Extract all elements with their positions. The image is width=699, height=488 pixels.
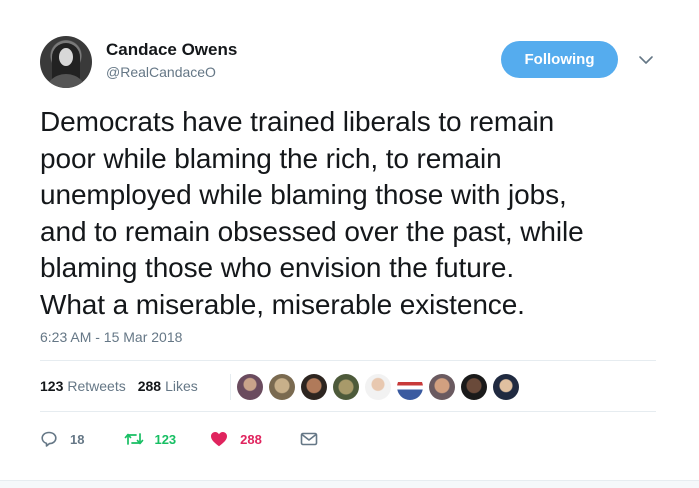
heart-icon	[211, 432, 228, 447]
tweet-timestamp[interactable]: 6:23 AM - 15 Mar 2018	[40, 329, 182, 345]
divider	[40, 411, 656, 412]
reply-icon	[41, 431, 57, 447]
divider	[40, 360, 656, 361]
liker-avatar[interactable]	[237, 374, 263, 400]
liker-avatar[interactable]	[365, 374, 391, 400]
like-button[interactable]: 288	[210, 431, 262, 447]
likes-count: 288	[137, 378, 162, 394]
liker-avatar[interactable]	[333, 374, 359, 400]
liker-avatar[interactable]	[301, 374, 327, 400]
chevron-down-icon[interactable]	[638, 54, 654, 66]
retweets-label: Retweets	[67, 378, 126, 394]
engagement-stats: 123 Retweets 288 Likes	[40, 378, 210, 394]
following-button[interactable]: Following	[501, 41, 618, 78]
retweet-icon	[125, 433, 144, 445]
avatar[interactable]	[40, 36, 92, 88]
like-count: 288	[240, 431, 262, 447]
tweet-card: Candace Owens @RealCandaceO Following De…	[0, 0, 699, 480]
author-handle[interactable]: @RealCandaceO	[106, 64, 216, 80]
liker-avatar[interactable]	[493, 374, 519, 400]
retweet-count: 123	[154, 431, 177, 447]
retweet-button[interactable]: 123	[124, 430, 176, 448]
direct-message-button[interactable]	[300, 432, 318, 446]
likes-stat[interactable]: 288 Likes	[138, 378, 198, 394]
tweet-text-line: What a miserable, miserable existence.	[40, 288, 525, 320]
tweet-text-line: and to remain obsessed over the past, wh…	[40, 215, 584, 247]
retweets-stat[interactable]: 123 Retweets	[40, 378, 126, 394]
reply-button[interactable]: 18	[40, 430, 84, 448]
liker-avatar[interactable]	[429, 374, 455, 400]
tweet-text-line: poor while blaming the rich, to remain	[40, 142, 502, 174]
liker-avatar[interactable]	[397, 374, 423, 400]
tweet-text-line: unemployed while blaming those with jobs…	[40, 179, 567, 210]
tweet-text-line: Democrats have trained liberals to remai…	[40, 106, 555, 137]
tweet-text: Democrats have trained liberals to remai…	[40, 104, 660, 323]
liker-avatar[interactable]	[461, 374, 487, 400]
reply-count: 18	[70, 431, 85, 447]
retweets-count: 123	[40, 378, 64, 394]
liker-avatar[interactable]	[269, 374, 295, 400]
liker-avatars	[230, 374, 519, 400]
envelope-icon	[300, 432, 318, 446]
author-name[interactable]: Candace Owens	[106, 40, 237, 60]
likes-label: Likes	[165, 378, 198, 394]
tweet-actions: 18 123 288	[40, 428, 318, 450]
tweet-text-line: blaming those who envision the future.	[40, 252, 515, 283]
avatar-face	[59, 48, 73, 66]
avatar-shoulders	[44, 74, 88, 88]
